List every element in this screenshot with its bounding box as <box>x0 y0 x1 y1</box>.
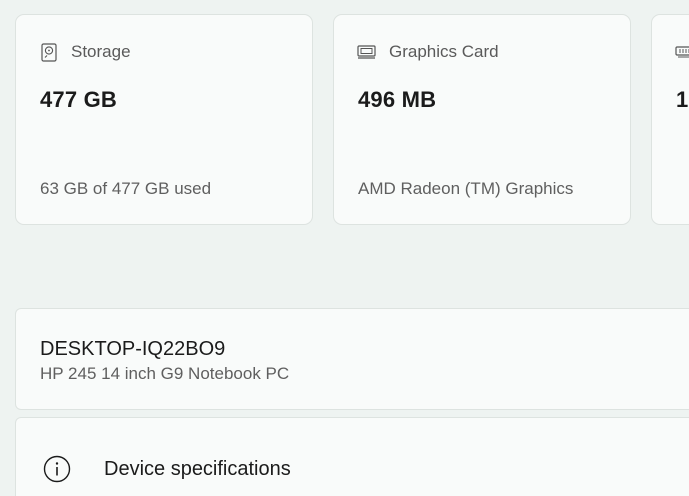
memory-icon <box>675 42 689 62</box>
device-name: DESKTOP-IQ22BO9 <box>40 338 226 360</box>
storage-card[interactable]: Storage 477 GB 63 GB of 477 GB used <box>15 14 313 225</box>
memory-total-value: 16 <box>676 87 689 112</box>
graphics-card-card[interactable]: Graphics Card 496 MB AMD Radeon (TM) Gra… <box>333 14 631 225</box>
storage-drive-icon <box>39 42 59 62</box>
storage-usage-text: 63 GB of 477 GB used <box>40 179 212 198</box>
graphics-card-label: Graphics Card <box>389 42 499 61</box>
graphics-adapter-name: AMD Radeon (TM) Graphics <box>358 179 574 198</box>
graphics-card-header: Graphics Card <box>357 42 499 62</box>
memory-card-header <box>675 42 689 62</box>
storage-card-label: Storage <box>71 42 131 61</box>
storage-total-value: 477 GB <box>40 87 118 112</box>
device-name-panel: DESKTOP-IQ22BO9 HP 245 14 inch G9 Notebo… <box>15 308 689 410</box>
device-specifications-section[interactable]: Device specifications <box>15 417 689 496</box>
info-icon <box>42 454 72 484</box>
about-page: Storage 477 GB 63 GB of 477 GB used Grap… <box>0 0 689 496</box>
device-model: HP 245 14 inch G9 Notebook PC <box>40 364 290 383</box>
memory-card[interactable]: 16 <box>651 14 689 225</box>
device-specifications-title: Device specifications <box>104 458 291 480</box>
storage-card-header: Storage <box>39 42 131 62</box>
graphics-card-icon <box>357 42 377 62</box>
graphics-memory-value: 496 MB <box>358 87 437 112</box>
